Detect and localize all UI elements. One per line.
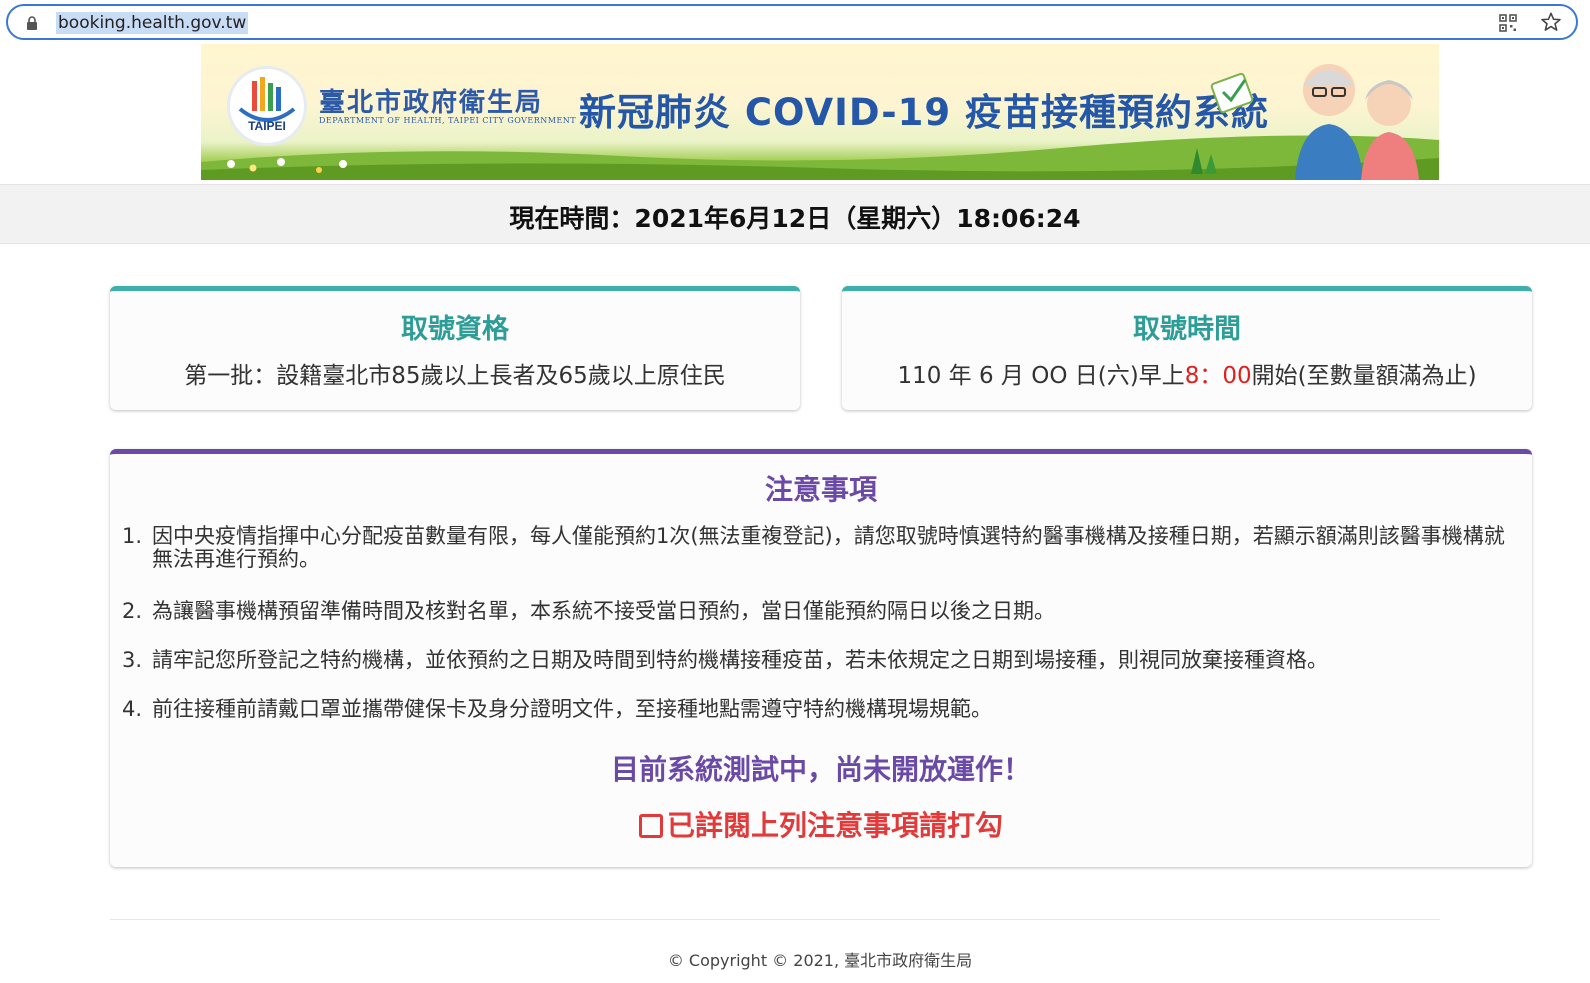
booking-time-suffix: 開始(至數量額滿為止) [1251, 363, 1477, 389]
eligibility-card: 取號資格 第一批：設籍臺北市85歲以上長者及65歲以上原住民 [110, 286, 800, 410]
booking-time-text: 110 年 6 月 OO 日(六)早上8：00開始(至數量額滿為止) [842, 356, 1532, 390]
booking-time-card: 取號時間 110 年 6 月 OO 日(六)早上8：00開始(至數量額滿為止) [842, 286, 1532, 410]
notice-item-number: 2. [122, 599, 143, 623]
notice-item-text: 因中央疫情指揮中心分配疫苗數量有限，每人僅能預約1次(無法重複登記)，請您取號時… [152, 524, 1505, 571]
notice-card: 注意事項 1. 因中央疫情指揮中心分配疫苗數量有限，每人僅能預約1次(無法重複登記… [110, 449, 1532, 867]
notice-item-text: 前往接種前請戴口罩並攜帶健保卡及身分證明文件，至接種地點需遵守特約機構現場規範。 [152, 697, 992, 721]
lock-icon[interactable] [26, 16, 38, 30]
url-text[interactable]: booking.health.gov.tw [56, 12, 249, 34]
notice-item: 3. 請牢記您所登記之特約機構，並依預約之日期及時間到特約機構接種疫苗，若未依規定… [122, 649, 1512, 672]
qr-code-icon[interactable] [1498, 13, 1518, 33]
current-time: 現在時間：2021年6月12日（星期六）18:06:24 [509, 204, 1081, 233]
notice-item: 1. 因中央疫情指揮中心分配疫苗數量有限，每人僅能預約1次(無法重複登記)，請您取… [122, 525, 1512, 571]
notice-item-text: 請牢記您所登記之特約機構，並依預約之日期及時間到特約機構接種疫苗，若未依規定之日… [152, 648, 1328, 672]
browser-toolbar: booking.health.gov.tw [0, 0, 1590, 44]
logo-text: TAIPEI [248, 119, 286, 133]
notice-list: 1. 因中央疫情指揮中心分配疫苗數量有限，每人僅能預約1次(無法重複登記)，請您取… [122, 525, 1512, 747]
system-title: 新冠肺炎 COVID-19 疫苗接種預約系統 [579, 91, 1270, 134]
agree-label[interactable]: 已詳閱上列注意事項請打勾 [667, 809, 1003, 842]
org-name-en: DEPARTMENT OF HEALTH, TAIPEI CITY GOVERN… [319, 116, 577, 125]
notice-title: 注意事項 [764, 473, 877, 506]
address-bar[interactable]: booking.health.gov.tw [6, 4, 1578, 40]
copyright-text: © Copyright © 2021, 臺北市政府衛生局 [667, 951, 973, 970]
agree-checkbox-row[interactable]: 已詳閱上列注意事項請打勾 [110, 804, 1532, 844]
agree-checkbox[interactable] [638, 814, 663, 838]
notice-item-number: 4. [122, 697, 143, 721]
booking-time-highlight: 8：00 [1184, 363, 1252, 389]
footer-divider [110, 919, 1440, 920]
elderly-couple-illustration [1210, 64, 1419, 180]
booking-time-prefix: 110 年 6 月 OO 日(六)早上 [897, 363, 1185, 389]
org-name: 臺北市政府衛生局 [319, 88, 544, 118]
notice-item-number: 3. [122, 648, 143, 672]
notice-item-text: 為讓醫事機構預留準備時間及核對名單，本系統不接受當日預約，當日僅能預約隔日以後之… [152, 599, 1055, 623]
notice-item: 2. 為讓醫事機構預留準備時間及核對名單，本系統不接受當日預約，當日僅能預約隔日以… [122, 600, 1512, 623]
current-time-bar: 現在時間：2021年6月12日（星期六）18:06:24 [0, 184, 1590, 244]
testing-notice: 目前系統測試中，尚未開放運作！ [610, 753, 1031, 786]
header-banner: TAIPEI 臺北市政府衛生局 DEPARTMENT OF HEALTH, TA… [201, 44, 1439, 180]
taipei-city-logo: TAIPEI [227, 66, 307, 146]
notice-item: 4. 前往接種前請戴口罩並攜帶健保卡及身分證明文件，至接種地點需遵守特約機構現場規… [122, 698, 1512, 721]
star-icon[interactable] [1540, 11, 1562, 33]
eligibility-text: 第一批：設籍臺北市85歲以上長者及65歲以上原住民 [184, 363, 726, 389]
notice-item-number: 1. [122, 524, 143, 548]
booking-time-title: 取號時間 [1133, 314, 1241, 345]
eligibility-title: 取號資格 [401, 314, 509, 345]
